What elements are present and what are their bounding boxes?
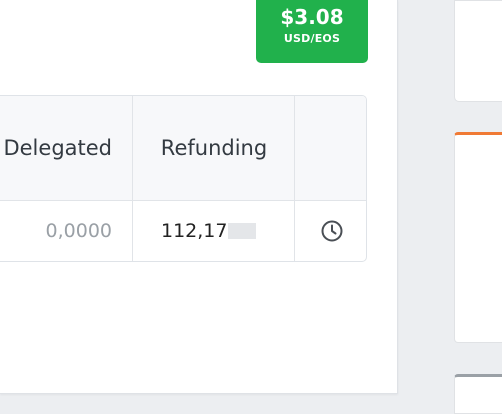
header-action — [295, 96, 366, 200]
side-card-gray — [454, 374, 502, 414]
header-refunding-label: Refunding — [160, 136, 268, 160]
redacted-digits — [228, 223, 257, 239]
header-delegated: Delegated — [0, 96, 132, 200]
delegated-value: 0,0000 — [45, 220, 112, 242]
table-row-delegated-cell: 0,0000 — [0, 200, 132, 261]
side-card — [454, 0, 502, 102]
staking-table: Delegated Refunding 0,0000 112,17 — [0, 95, 367, 262]
price-badge: $3.08 USD/EOS — [256, 0, 368, 63]
eos-price: $3.08 — [280, 5, 344, 29]
clock-icon[interactable] — [320, 219, 344, 243]
refund-status-button[interactable] — [295, 200, 366, 261]
price-unit: USD/EOS — [283, 32, 341, 45]
refunding-value: 112,17 — [161, 220, 228, 242]
side-card-orange — [454, 132, 502, 343]
header-delegated-label: Delegated — [3, 136, 112, 160]
table-row-refunding-cell: 112,17 — [133, 200, 295, 261]
resources-card: $3.08 USD/EOS Delegated Refunding 0,0000… — [0, 0, 398, 394]
header-refunding: Refunding — [133, 96, 295, 200]
